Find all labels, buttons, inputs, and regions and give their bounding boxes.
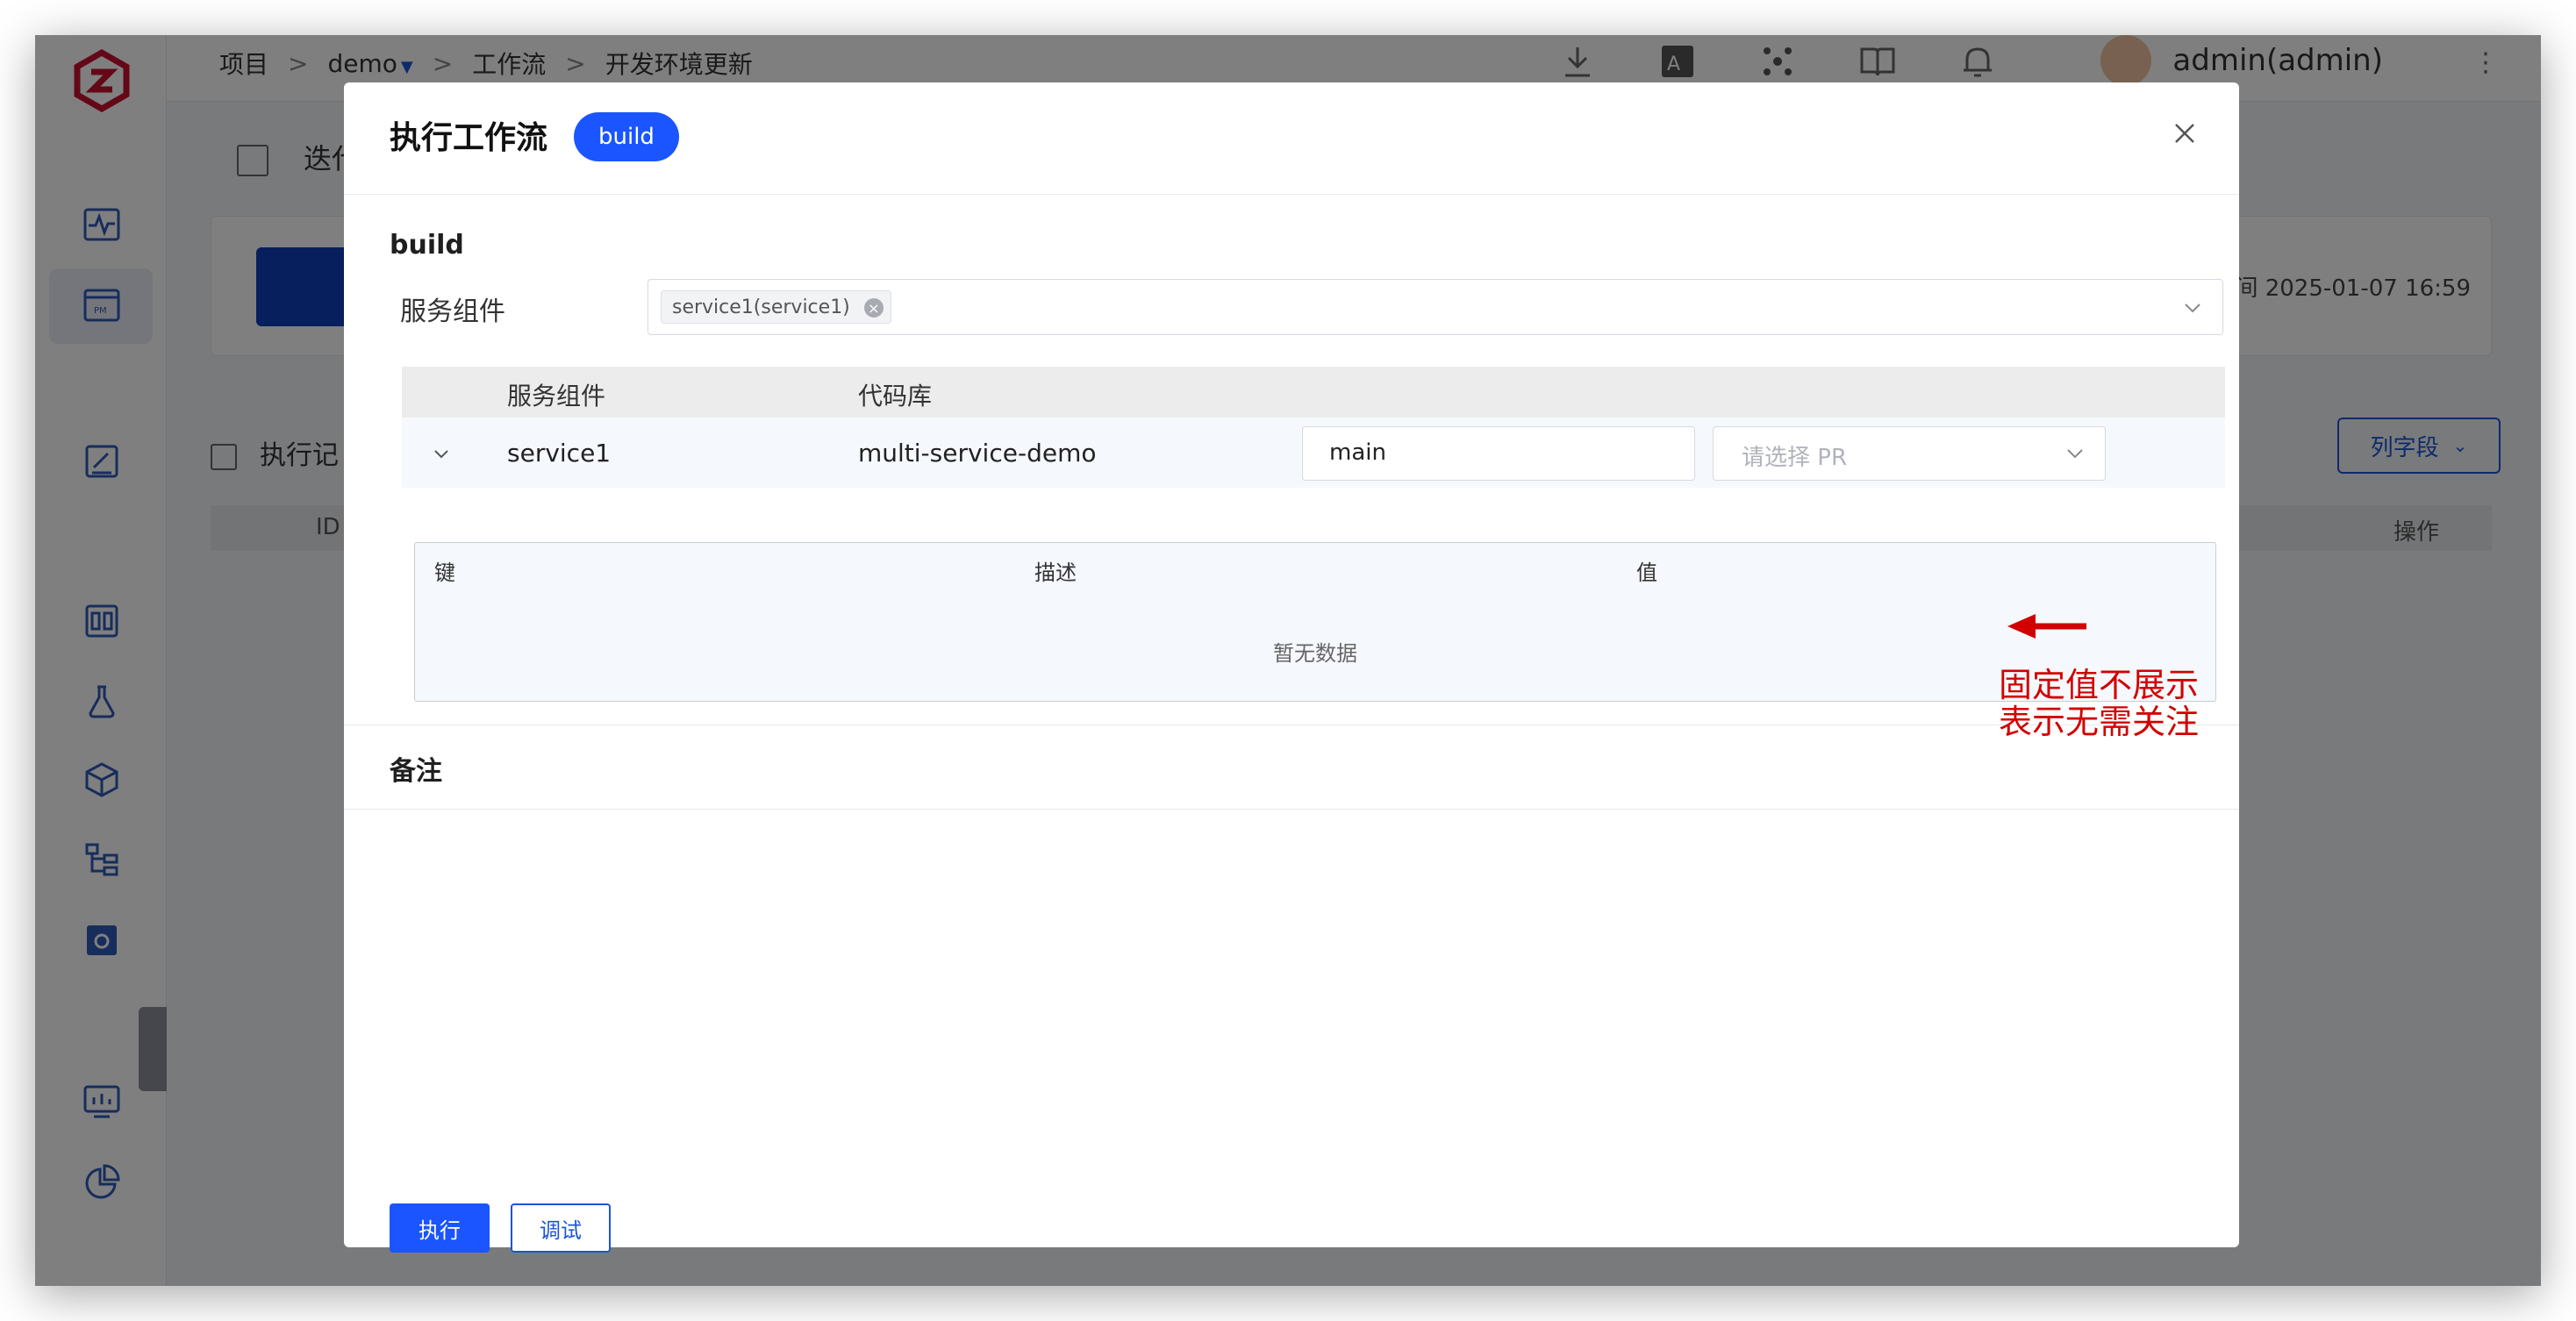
kv-table-header: 键 描述 值 [415,543,2215,590]
column-key: 键 [434,561,455,585]
table-row: service1 multi-service-demo main 请选择 PR [402,418,2225,488]
section-notes-label: 备注 [390,756,442,787]
branch-input[interactable]: main [1302,426,1695,481]
annotation-line: 表示无需关注 [1999,703,2200,741]
workflow-badge: build [574,112,679,161]
annotation-note: 固定值不展示 表示无需关注 [1999,667,2199,740]
remove-tag-icon[interactable]: × [863,298,884,318]
service-table-header: 服务组件 代码库 [402,367,2225,418]
debug-button[interactable]: 调试 [511,1203,611,1253]
run-button[interactable]: 执行 [390,1203,490,1253]
column-service: 服务组件 [507,382,606,411]
key-value-table: 键 描述 值 暂无数据 [414,542,2216,702]
column-repo: 代码库 [858,382,933,411]
column-value: 值 [1636,561,1657,585]
close-icon[interactable] [2167,116,2202,151]
row-repo-name: multi-service-demo [858,439,1097,468]
pr-select[interactable]: 请选择 PR [1713,426,2106,481]
service-table: 服务组件 代码库 service1 multi-service-demo mai… [402,367,2225,488]
expand-chevron-icon[interactable] [432,444,451,463]
run-workflow-dialog: 执行工作流 build build 服务组件 service1(service1… [344,82,2239,1253]
row-service-name: service1 [507,439,612,468]
selected-service-tag: service1(service1) × [661,290,891,324]
annotation-line: 固定值不展示 [1999,666,2200,704]
section-divider [344,809,2239,810]
annotation-arrow-icon [2007,614,2086,639]
dialog-header: 执行工作流 build [344,82,2239,195]
chevron-down-icon [2067,449,2083,459]
column-description: 描述 [1034,561,1077,585]
app-window: PM 项目 > demo▼ > [35,35,2541,1286]
chevron-down-icon [2185,303,2200,313]
service-select[interactable]: service1(service1) × [648,279,2223,335]
empty-state-text: 暂无数据 [1273,641,1357,666]
service-field-label: 服务组件 [400,296,505,327]
dialog-title: 执行工作流 [390,120,548,156]
pr-select-placeholder: 请选择 PR [1742,445,1848,471]
section-build-label: build [390,230,464,261]
selected-service-tag-label: service1(service1) [672,296,850,318]
